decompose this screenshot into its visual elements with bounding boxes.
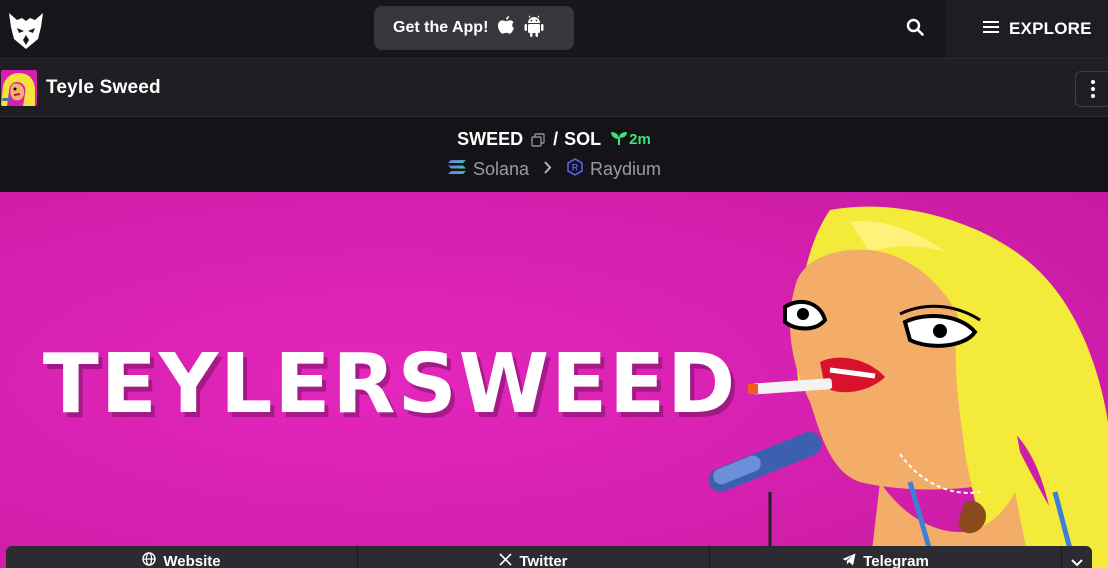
telegram-link-button[interactable]: Telegram [710, 546, 1062, 568]
pair-separator: / [553, 129, 559, 149]
token-header: Teyle Sweed [0, 58, 1108, 117]
twitter-link-button[interactable]: Twitter [358, 546, 710, 568]
token-banner-image: TEYLERSWEED TEYLERSWEED [0, 192, 1108, 568]
token-avatar [1, 70, 37, 106]
dexscreener-logo-icon[interactable] [8, 9, 44, 51]
pair-base-symbol: SWEED [457, 129, 524, 149]
token-name: Teyle Sweed [46, 77, 161, 98]
pair-quote-symbol: SOL [564, 129, 602, 149]
android-icon [524, 15, 544, 42]
website-link-label: Website [163, 552, 221, 568]
top-navigation: Get the App! EXPLORE [0, 0, 1108, 58]
chevron-down-icon [1071, 554, 1083, 568]
raydium-icon: R [566, 158, 584, 181]
get-app-label: Get the App! [393, 19, 489, 36]
chain-dex-breadcrumb: Solana R Raydium [0, 158, 1108, 181]
more-options-button[interactable] [1075, 71, 1108, 107]
twitter-link-label: Twitter [519, 552, 568, 568]
hamburger-menu-icon [983, 20, 999, 39]
chevron-right-icon [543, 160, 552, 179]
solana-icon [447, 159, 467, 180]
x-icon [499, 552, 513, 568]
social-links-bar: Website Twitter Telegram [6, 546, 1092, 568]
apple-icon [497, 15, 515, 41]
more-dot [1091, 80, 1095, 84]
expand-links-button[interactable] [1062, 546, 1092, 568]
pair-age: 2m [629, 131, 651, 148]
banner-title: TEYLERSWEED [43, 337, 737, 432]
globe-icon [142, 552, 157, 568]
explore-label: EXPLORE [1009, 19, 1092, 38]
pair-age-badge: 2m [611, 131, 651, 149]
sprout-icon [611, 131, 628, 149]
pair-info: SWEED / SOL 2m Solana R Raydium [0, 117, 1108, 192]
website-link-button[interactable]: Website [6, 546, 358, 568]
get-app-button[interactable]: Get the App! [374, 6, 574, 50]
dex-name[interactable]: Raydium [590, 159, 661, 180]
chain-name[interactable]: Solana [473, 159, 529, 180]
pair-row: SWEED / SOL 2m [0, 129, 1108, 150]
more-dot [1091, 87, 1095, 91]
search-button[interactable] [896, 10, 934, 48]
svg-text:R: R [572, 163, 579, 173]
more-dot [1091, 94, 1095, 98]
telegram-icon [842, 553, 856, 568]
telegram-link-label: Telegram [863, 552, 929, 568]
search-icon [906, 18, 924, 41]
explore-menu-button[interactable]: EXPLORE [945, 0, 1108, 58]
copy-icon[interactable] [531, 132, 545, 147]
